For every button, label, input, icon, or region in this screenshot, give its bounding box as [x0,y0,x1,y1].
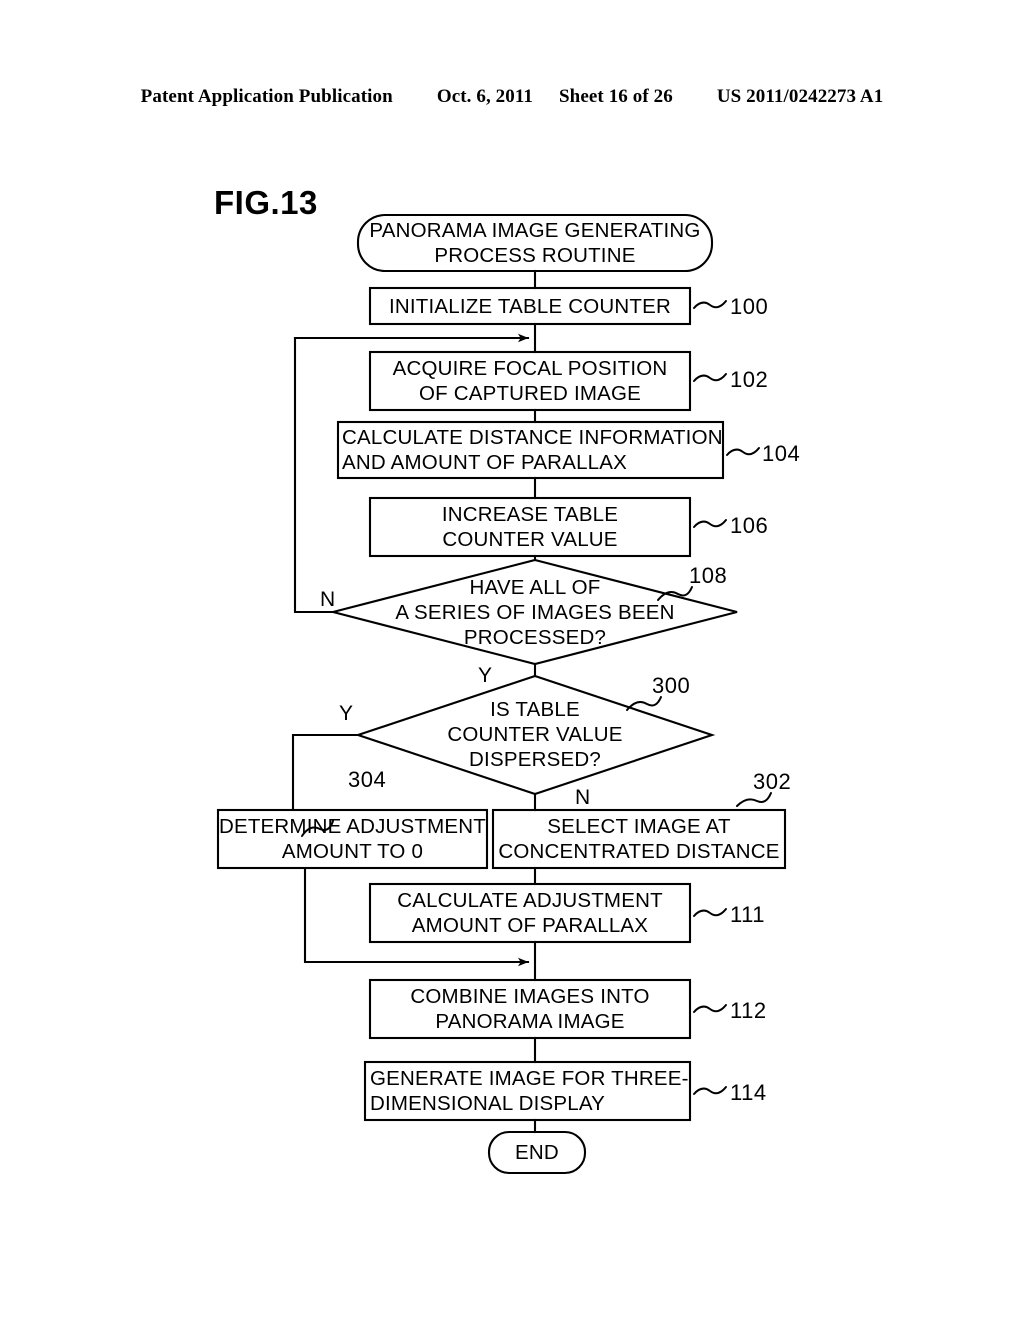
ref-number-102: 102 [730,367,769,392]
ref-number-302: 302 [753,769,792,794]
branch-label-300-yes-left: Y [339,702,354,725]
ref-number-108: 108 [689,563,728,588]
ref-number-112: 112 [730,998,767,1023]
step-box-111-shape [368,882,692,944]
step-box-112-shape [368,978,692,1040]
step-box-106-shape [368,496,692,558]
flowchart-diagram [216,213,787,1175]
decision-diamond-108-shape [332,558,738,666]
leader-114 [693,1086,727,1095]
ref-number-104: 104 [762,441,801,466]
merge-arrow-304-to-main [303,866,530,967]
ref-number-300: 300 [652,673,691,698]
branch-label-108-yes: Y [478,664,493,687]
step-box-102-shape [368,350,692,412]
ref-number-304: 304 [348,767,387,792]
branch-label-300-no: N [575,786,591,809]
ref-number-114: 114 [730,1080,767,1105]
leader-111 [693,908,727,917]
end-terminal-shape [487,1130,587,1175]
ref-number-111: 111 [730,902,765,927]
ref-number-100: 100 [730,294,769,319]
step-box-114-shape [363,1060,692,1122]
branch-label-108-no: N [320,588,336,611]
leader-112 [693,1004,727,1013]
step-box-100-shape [368,286,692,326]
branch-108-no-path [293,336,335,614]
step-box-304-shape [216,808,489,870]
ref-number-106: 106 [730,513,769,538]
start-terminal-shape [356,213,714,273]
step-box-104-shape [336,420,725,480]
leader-102 [693,373,727,382]
leader-106 [693,519,727,528]
step-box-302-shape [491,808,787,870]
leader-100 [693,300,727,309]
leader-104 [726,447,760,456]
leader-304 [301,820,334,837]
